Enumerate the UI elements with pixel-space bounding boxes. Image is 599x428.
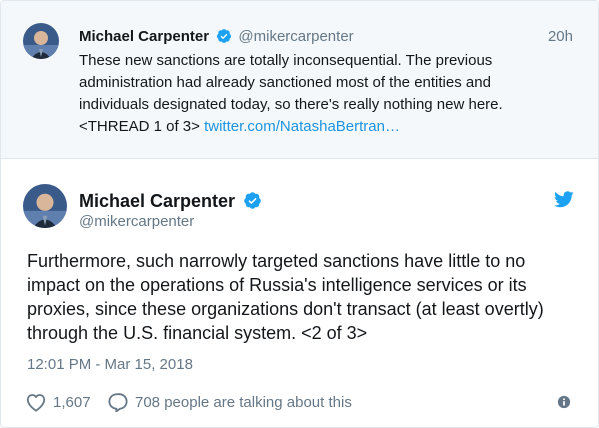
author-name[interactable]: Michael Carpenter — [79, 28, 209, 45]
tweet-date[interactable]: 12:01 PM - Mar 15, 2018 — [27, 356, 193, 373]
tweet-text-line-last: <THREAD 1 of 3> twitter.com/NatashaBertr… — [79, 116, 581, 138]
tweet-text-line: proxies, since these organizations don't… — [27, 299, 544, 319]
author-name-line: Michael Carpenter — [79, 190, 262, 212]
tweet-text-line: Furthermore, such narrowly targeted sanc… — [27, 251, 526, 271]
info-icon[interactable] — [557, 395, 571, 409]
heart-icon — [26, 394, 46, 412]
avatar[interactable] — [23, 23, 59, 59]
main-tweet: Michael Carpenter @mikercarpenter Furthe… — [1, 160, 598, 427]
speech-bubble-icon — [108, 393, 128, 412]
author-handle[interactable]: @mikercarpenter — [238, 28, 353, 45]
parent-tweet-header: Michael Carpenter @mikercarpenter 20h — [79, 28, 581, 50]
tweet-actions: 1,607 708 people are talking about this — [25, 391, 577, 413]
avatar-image — [23, 184, 67, 228]
avatar[interactable] — [23, 184, 67, 228]
main-tweet-text: Furthermore, such narrowly targeted sanc… — [27, 249, 577, 345]
thread-marker: <THREAD 1 of 3> — [79, 118, 205, 135]
verified-badge-icon — [244, 192, 261, 209]
quoted-link[interactable]: twitter.com/NatashaBertran… — [204, 118, 400, 135]
parent-tweet[interactable]: Michael Carpenter @mikercarpenter 20h Th… — [1, 1, 598, 159]
verified-badge-icon — [217, 29, 232, 43]
talking-count: 708 people are talking about this — [135, 393, 352, 411]
tweet-text-line: individuals designated today, so there's… — [79, 96, 503, 113]
like-count: 1,607 — [53, 393, 91, 411]
tweet-text-line: These new sanctions are totally inconseq… — [79, 52, 493, 69]
embedded-tweet-card: Michael Carpenter @mikercarpenter 20h Th… — [0, 0, 599, 428]
tweet-timestamp[interactable]: 20h — [548, 28, 573, 46]
twitter-bird-icon[interactable] — [554, 191, 574, 208]
author-name[interactable]: Michael Carpenter — [79, 191, 235, 211]
parent-tweet-text: These new sanctions are totally inconseq… — [79, 50, 581, 138]
like-button[interactable]: 1,607 — [25, 391, 91, 413]
tweet-text-line: impact on the operations of Russia's int… — [27, 275, 527, 295]
talking-button[interactable]: 708 people are talking about this — [107, 391, 352, 413]
avatar-image — [23, 23, 59, 59]
tweet-text-line: administration had already sanctioned mo… — [79, 74, 491, 91]
author-handle[interactable]: @mikercarpenter — [79, 213, 194, 231]
tweet-text-line: through the U.S. financial system. <2 of… — [27, 323, 368, 343]
